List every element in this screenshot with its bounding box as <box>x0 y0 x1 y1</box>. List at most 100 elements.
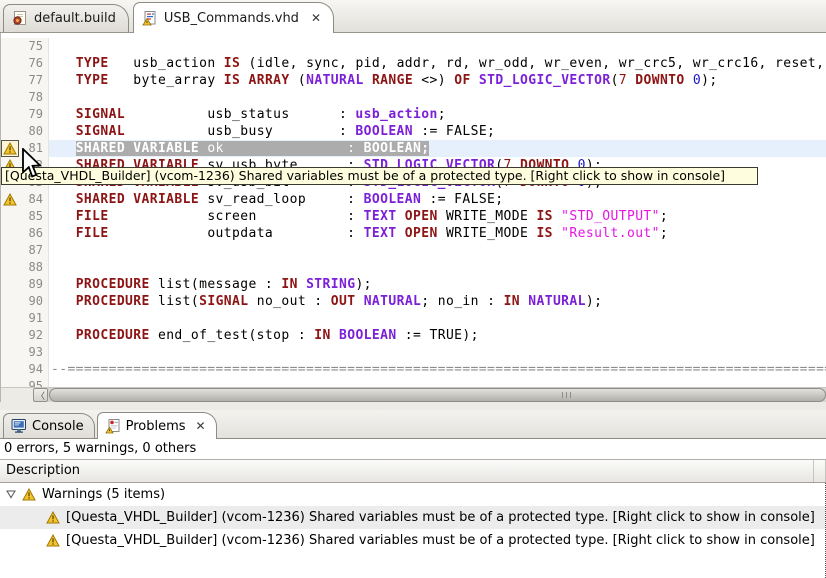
line-number: 88 <box>18 259 49 276</box>
warning-marker-icon[interactable] <box>1 140 19 157</box>
warning-tooltip: [Questa_VHDL_Builder] (vcom-1236) Shared… <box>1 167 758 185</box>
tab-label: Problems <box>125 418 186 434</box>
code-text[interactable] <box>49 344 826 361</box>
line-number: 93 <box>18 344 49 361</box>
marker-gutter[interactable] <box>1 140 19 157</box>
tab-usb-commands-vhd[interactable]: USB_Commands.vhd ✕ <box>132 2 334 33</box>
line-number: 78 <box>18 89 49 106</box>
code-line-78[interactable]: 78 <box>1 89 826 106</box>
marker-gutter <box>1 38 18 55</box>
mouse-cursor-icon <box>20 146 43 184</box>
line-number: 87 <box>18 242 49 259</box>
code-text[interactable]: PROCEDURE list(SIGNAL no_out : OUT NATUR… <box>49 293 826 310</box>
code-text[interactable]: PROCEDURE list(message : IN STRING); <box>49 276 826 293</box>
code-line-91[interactable]: 91 <box>1 310 826 327</box>
code-line-84[interactable]: 84 SHARED VARIABLE sv_read_loop : BOOLEA… <box>1 191 826 208</box>
marker-gutter <box>1 72 18 89</box>
code-text[interactable]: SIGNAL usb_busy : BOOLEAN := FALSE; <box>49 123 826 140</box>
marker-gutter <box>1 242 18 259</box>
line-number: 80 <box>18 123 49 140</box>
warning-marker-icon[interactable] <box>3 193 17 206</box>
marker-gutter <box>1 89 18 106</box>
line-number: 90 <box>18 293 49 310</box>
marker-gutter[interactable] <box>1 191 18 208</box>
marker-gutter <box>1 327 18 344</box>
problems-column-header[interactable]: Description <box>0 460 826 483</box>
line-number: 84 <box>18 191 49 208</box>
marker-gutter <box>1 310 18 327</box>
problem-row[interactable]: [Questa_VHDL_Builder] (vcom-1236) Shared… <box>0 529 825 552</box>
code-text[interactable] <box>49 310 826 327</box>
sash-divider[interactable] <box>0 402 826 410</box>
code-text[interactable]: TYPE usb_action IS (idle, sync, pid, add… <box>49 55 826 72</box>
code-line-79[interactable]: 79 SIGNAL usb_status : usb_action; <box>1 106 826 123</box>
marker-gutter <box>1 344 18 361</box>
code-line-92[interactable]: 92 PROCEDURE end_of_test(stop : IN BOOLE… <box>1 327 826 344</box>
code-line-88[interactable]: 88 <box>1 259 826 276</box>
tab-default-build[interactable]: default.build <box>3 4 129 32</box>
scrollbar-track[interactable] <box>48 388 826 402</box>
code-line-81[interactable]: 81 SHARED VARIABLE ok : BOOLEAN; <box>1 140 826 157</box>
code-text[interactable]: TYPE byte_array IS ARRAY (NATURAL RANGE … <box>49 72 826 89</box>
code-text[interactable]: SIGNAL usb_status : usb_action; <box>49 106 826 123</box>
code-line-89[interactable]: 89 PROCEDURE list(message : IN STRING); <box>1 276 826 293</box>
tab-problems[interactable]: Problems ✕ <box>96 412 217 439</box>
chevron-expanded-icon[interactable] <box>6 490 16 499</box>
description-column-header[interactable]: Description <box>0 460 814 482</box>
code-editor[interactable]: 75 76 TYPE usb_action IS (idle, sync, pid… <box>0 33 826 402</box>
scrollbar-grip <box>561 392 573 398</box>
marker-gutter <box>1 208 18 225</box>
marker-gutter <box>1 276 18 293</box>
line-number: 79 <box>18 106 49 123</box>
code-line-80[interactable]: 80 SIGNAL usb_busy : BOOLEAN := FALSE; <box>1 123 826 140</box>
code-line-94[interactable]: 94 --====================================… <box>1 361 826 378</box>
code-line-93[interactable]: 93 <box>1 344 826 361</box>
code-text[interactable]: SHARED VARIABLE sv_read_loop : BOOLEAN :… <box>49 191 826 208</box>
code-text[interactable]: FILE screen : TEXT OPEN WRITE_MODE IS "S… <box>49 208 826 225</box>
code-line-77[interactable]: 77 TYPE byte_array IS ARRAY (NATURAL RAN… <box>1 72 826 89</box>
code-line-90[interactable]: 90 PROCEDURE list(SIGNAL no_out : OUT NA… <box>1 293 826 310</box>
tab-label: default.build <box>34 11 116 26</box>
code-line-75[interactable]: 75 <box>1 38 826 55</box>
problems-summary: 0 errors, 5 warnings, 0 others <box>0 439 826 460</box>
close-tab-icon[interactable]: ✕ <box>311 11 321 25</box>
marker-gutter <box>1 55 18 72</box>
column-header-spacer <box>814 460 826 482</box>
scrollbar-thumb[interactable] <box>49 388 826 402</box>
code-line-86[interactable]: 86 FILE outpdata : TEXT OPEN WRITE_MODE … <box>1 225 826 242</box>
code-text[interactable]: SHARED VARIABLE ok : BOOLEAN; <box>49 140 826 157</box>
code-text[interactable] <box>49 259 826 276</box>
problem-row[interactable]: [Questa_VHDL_Builder] (vcom-1236) Shared… <box>0 506 825 529</box>
line-number: 91 <box>18 310 49 327</box>
code-line-76[interactable]: 76 TYPE usb_action IS (idle, sync, pid, … <box>1 55 826 72</box>
bottom-tab-bar: Console Problems ✕ <box>0 410 826 439</box>
problems-icon <box>104 418 121 434</box>
warning-icon <box>46 511 60 524</box>
code-lines: 75 76 TYPE usb_action IS (idle, sync, pid… <box>1 33 826 402</box>
code-text[interactable] <box>49 38 826 55</box>
tab-label: USB_Commands.vhd <box>163 10 299 26</box>
line-number: 85 <box>18 208 49 225</box>
code-text[interactable]: PROCEDURE end_of_test(stop : IN BOOLEAN … <box>49 327 826 344</box>
marker-gutter <box>1 106 18 123</box>
line-number: 92 <box>18 327 49 344</box>
code-text[interactable]: FILE outpdata : TEXT OPEN WRITE_MODE IS … <box>49 225 826 242</box>
marker-gutter <box>1 293 18 310</box>
code-line-87[interactable]: 87 <box>1 242 826 259</box>
problem-description: [Questa_VHDL_Builder] (vcom-1236) Shared… <box>66 510 815 525</box>
warning-icon <box>46 534 60 547</box>
warnings-group-row[interactable]: Warnings (5 items) <box>0 483 825 506</box>
horizontal-scrollbar[interactable]: 〈 <box>1 387 826 402</box>
line-number: 77 <box>18 72 49 89</box>
tab-console[interactable]: Console <box>3 413 95 438</box>
code-text[interactable]: --======================================… <box>49 361 826 378</box>
scroll-left-button[interactable]: 〈 <box>33 388 48 402</box>
tab-label: Console <box>32 418 84 434</box>
marker-gutter <box>1 225 18 242</box>
marker-gutter <box>1 259 18 276</box>
code-text[interactable] <box>49 242 826 259</box>
code-text[interactable] <box>49 89 826 106</box>
close-tab-icon[interactable]: ✕ <box>196 419 206 433</box>
problems-tree[interactable]: Warnings (5 items) [Questa_VHDL_Builder]… <box>0 483 826 578</box>
code-line-85[interactable]: 85 FILE screen : TEXT OPEN WRITE_MODE IS… <box>1 208 826 225</box>
